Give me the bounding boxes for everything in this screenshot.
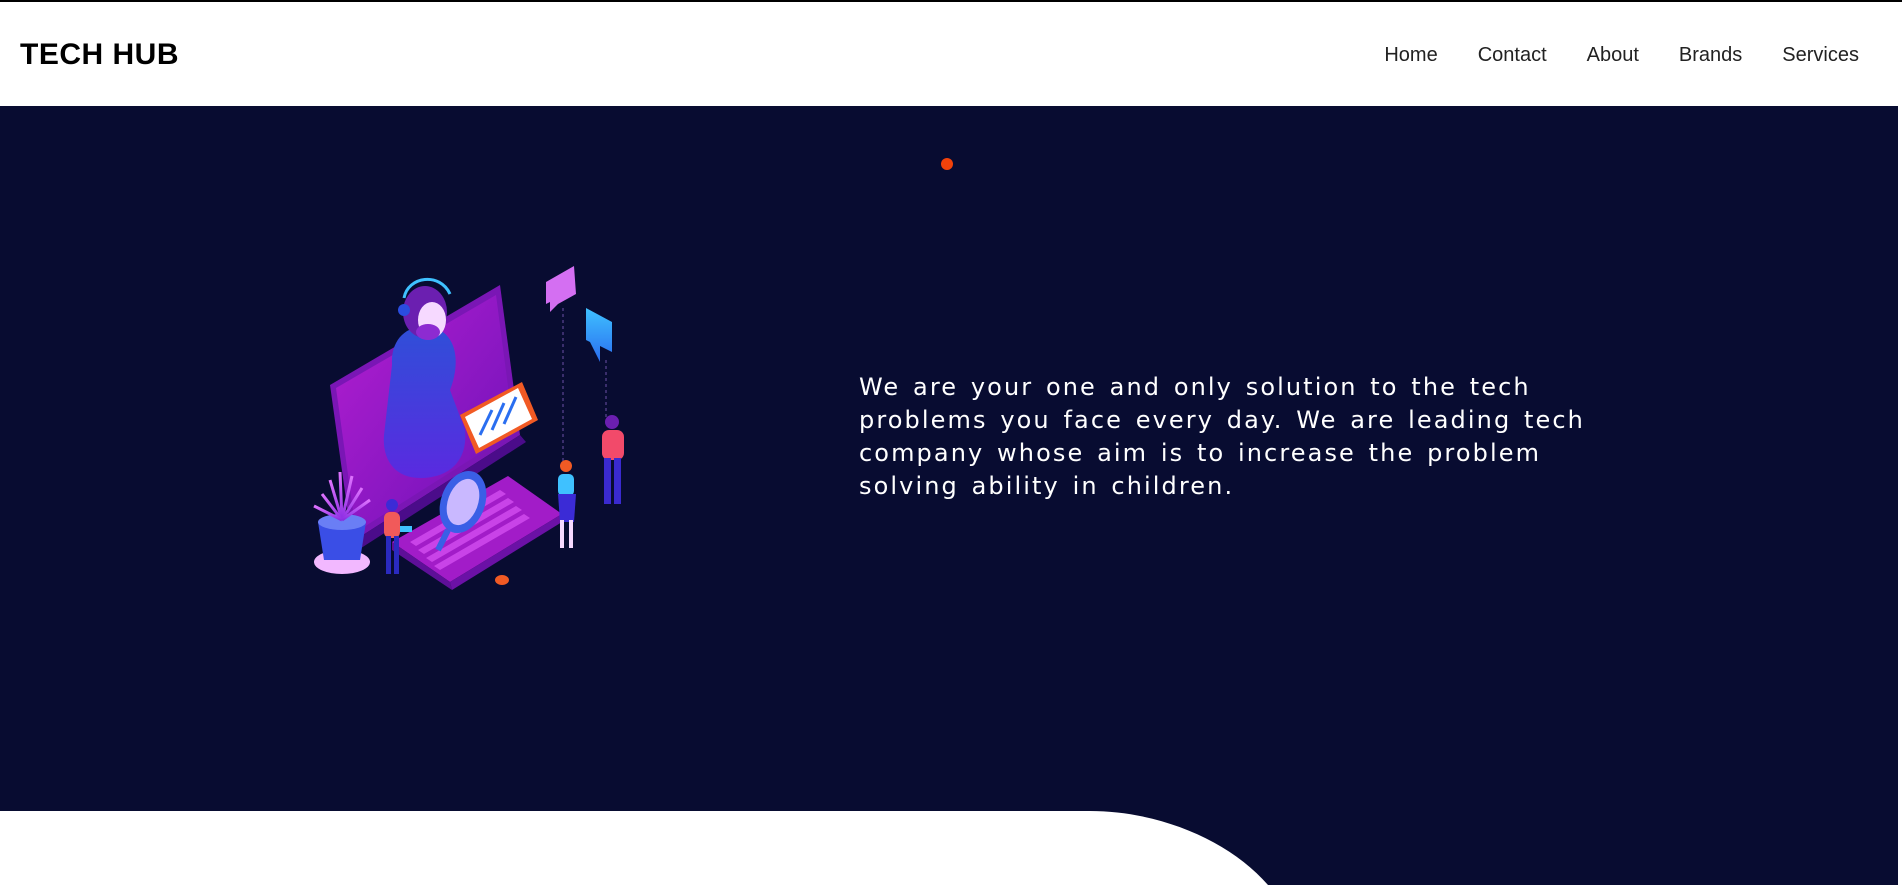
nav-contact[interactable]: Contact [1478, 44, 1547, 66]
nav-services[interactable]: Services [1782, 44, 1859, 66]
page-edge [1898, 106, 1902, 885]
site-logo[interactable]: TECH HUB [20, 38, 179, 72]
support-agent-icon [383, 277, 466, 478]
wave-divider [0, 811, 1898, 885]
hero-tagline: We are your one and only solution to the… [859, 373, 1585, 500]
nav-about[interactable]: About [1587, 44, 1639, 66]
customer-support-illustration [313, 266, 624, 590]
dot-icon [495, 575, 509, 585]
main-nav: Home Contact About Brands Services [1344, 44, 1859, 66]
carousel-dot[interactable] [941, 158, 953, 170]
nav-brands[interactable]: Brands [1679, 44, 1742, 66]
site-header: TECH HUB Home Contact About Brands Servi… [0, 2, 1902, 106]
person-icon [602, 415, 624, 504]
nav-home[interactable]: Home [1384, 44, 1437, 66]
chat-bubble-icon [586, 308, 612, 420]
person-icon [558, 460, 576, 548]
chat-bubble-icon [546, 266, 576, 465]
